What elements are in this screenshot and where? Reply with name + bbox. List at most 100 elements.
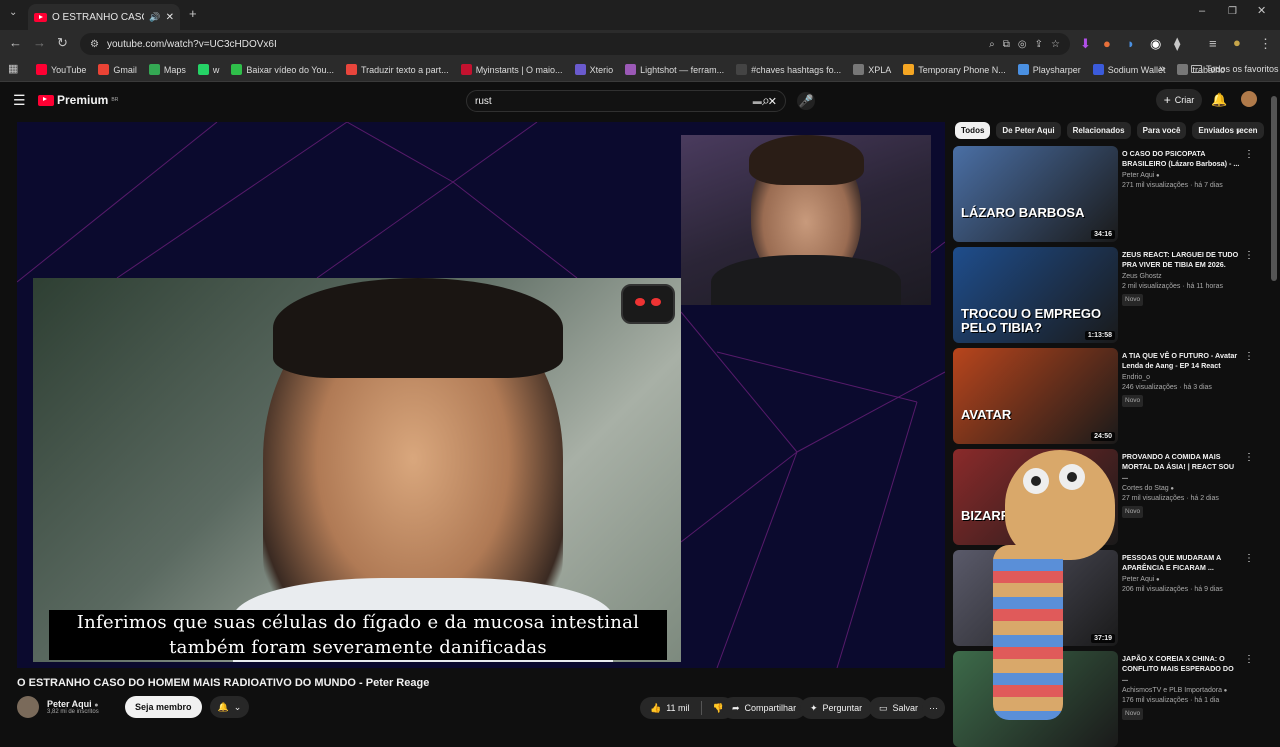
more-vertical-icon[interactable]: ⋮ — [1244, 351, 1254, 362]
bookmark-item[interactable]: Xterio — [574, 64, 613, 75]
recommendation-item[interactable]: LÁZARO BARBOSA 34:16 O CASO DO PSICOPATA B… — [953, 146, 1254, 242]
video-duration: 34:16 — [1091, 230, 1115, 239]
chips-next-arrow-icon[interactable]: › — [1236, 124, 1240, 138]
bookmark-item[interactable]: Temporary Phone N... — [903, 64, 1006, 75]
recommendation-thumbnail[interactable]: LÁZARO BARBOSA 34:16 — [953, 146, 1118, 242]
all-favorites[interactable]: Todos os favoritos — [1191, 64, 1279, 74]
filter-chip[interactable]: Para você — [1136, 122, 1187, 139]
extension-fox-icon[interactable]: ● — [1103, 37, 1111, 50]
more-vertical-icon[interactable]: ⋮ — [1244, 452, 1254, 463]
more-vertical-icon[interactable]: ⋮ — [1244, 149, 1254, 160]
save-button[interactable]: ▭ Salvar — [869, 697, 929, 719]
recommendation-thumbnail[interactable]: AVATAR 24:50 — [953, 348, 1118, 444]
close-tab-icon[interactable]: ✕ — [166, 12, 174, 23]
minimize-icon[interactable]: – — [1199, 6, 1205, 17]
recommendation-channel[interactable]: Cortes do Stag ● — [1122, 484, 1240, 494]
more-actions-button[interactable]: ⋯ — [922, 697, 945, 719]
keyboard-icon[interactable]: ▬ — [753, 96, 762, 106]
ask-button[interactable]: ✦ Perguntar — [800, 697, 873, 719]
filter-chip[interactable]: De Peter Aqui — [996, 122, 1061, 139]
extensions-puzzle-icon[interactable]: ⧫ — [1174, 37, 1180, 50]
bookmark-label: Maps — [163, 64, 186, 75]
bookmark-item[interactable]: Baixar vídeo do You... — [231, 64, 334, 75]
more-vertical-icon[interactable]: ⋮ — [1244, 553, 1254, 564]
recommendation-channel[interactable]: Zeus Ghostz — [1122, 272, 1240, 282]
channel-name[interactable]: Peter Aqui ● — [47, 699, 117, 709]
recommendation-item[interactable]: TROCOU O EMPREGO PELO TIBIA? 1:13:58 ZEUS … — [953, 247, 1254, 343]
forward-icon[interactable]: → — [33, 36, 46, 49]
bookmark-item[interactable]: Sodium Wallet — [1092, 64, 1165, 75]
browser-tab-active[interactable]: O ESTRANHO CASO DO HOME 🔊 ✕ — [28, 4, 180, 30]
reload-icon[interactable]: ↻ — [57, 36, 68, 49]
recommendation-channel[interactable]: Peter Aqui ● — [1122, 575, 1240, 585]
search-icon[interactable]: ⌕ — [762, 93, 770, 107]
address-bar[interactable]: ⚙ youtube.com/watch?v=UC3cHDOVx6I ⌕ ⧉ ◎ … — [80, 33, 1070, 55]
notifications-subscribe-button[interactable]: 🔔 ⌄ — [209, 696, 250, 718]
channel-name-text: Peter Aqui — [47, 699, 92, 709]
zoom-icon[interactable]: ⌕ — [989, 39, 995, 50]
bookmark-item[interactable]: w — [197, 64, 219, 75]
more-horizontal-icon: ⋯ — [929, 702, 938, 713]
share-button[interactable]: ➦ Compartilhar — [722, 697, 807, 719]
new-tab-icon[interactable]: + — [189, 7, 197, 20]
join-member-button[interactable]: Seja membro — [125, 696, 202, 718]
voice-search-icon[interactable]: 🎤 — [797, 92, 815, 110]
bookmark-item[interactable]: Lightshot — ferram... — [625, 64, 724, 75]
channel-avatar[interactable] — [17, 696, 39, 718]
filter-chip[interactable]: Relacionados — [1066, 122, 1131, 139]
bookmark-item[interactable]: Maps — [148, 64, 186, 75]
apps-grid-icon[interactable]: ▦ — [8, 64, 18, 75]
recommendation-title[interactable]: PROVANDO A COMIDA MAIS MORTAL DA ÁSIA! |… — [1122, 452, 1240, 482]
bookmark-item[interactable]: #chaves hashtags fo... — [736, 64, 841, 75]
back-icon[interactable]: ← — [9, 36, 22, 49]
profile-avatar-icon[interactable]: ● — [1233, 36, 1241, 49]
browser-menu-icon[interactable]: ⋮ — [1259, 37, 1272, 50]
bookmark-item[interactable]: Playsharper — [1017, 64, 1081, 75]
eye-off-icon[interactable]: ◎ — [1018, 39, 1027, 50]
bookmark-item[interactable]: XPLA — [853, 64, 891, 75]
menu-hamburger-icon[interactable]: ☰ — [13, 93, 26, 107]
share-page-icon[interactable]: ⇪ — [1035, 39, 1043, 50]
tab-search-icon[interactable]: ⌄ — [9, 8, 17, 18]
extension-audio-icon[interactable]: ◗ — [1127, 37, 1135, 50]
site-info-icon[interactable]: ⚙ — [90, 39, 99, 50]
recommendation-title[interactable]: PESSOAS QUE MUDARAM A APARÊNCIA E FICARA… — [1122, 553, 1240, 573]
create-button[interactable]: + Criar — [1156, 89, 1202, 111]
recommendation-channel[interactable]: AchismosTV e PLB Importadora ● — [1122, 686, 1240, 696]
bookmark-item[interactable]: Traduzir texto a part... — [345, 64, 449, 75]
account-avatar[interactable] — [1241, 91, 1257, 107]
recommendation-item[interactable]: AVATAR 24:50 A TIA QUE VÊ O FUTURO - Avata… — [953, 348, 1254, 444]
bookmark-item[interactable]: Gmail — [98, 64, 137, 75]
extension-g-icon[interactable]: ◉ — [1150, 37, 1161, 50]
plus-icon: + — [1163, 93, 1171, 107]
bookmark-item[interactable]: YouTube — [36, 64, 86, 75]
bookmark-item[interactable]: Myinstants | O maio... — [460, 64, 563, 75]
search-box[interactable]: rust ▬ ✕ — [466, 90, 786, 112]
install-icon[interactable]: ⧉ — [1003, 39, 1010, 50]
more-vertical-icon[interactable]: ⋮ — [1244, 250, 1254, 261]
page-scrollbar[interactable] — [1271, 96, 1277, 281]
bookmarks-overflow-icon[interactable]: » — [1159, 63, 1165, 75]
recommendation-title[interactable]: ZEUS REACT: LARGUEI DE TUDO PRA VIVER DE… — [1122, 250, 1240, 270]
youtube-premium-logo[interactable]: Premium BR — [38, 93, 118, 107]
recommendation-meta: 206 mil visualizações · há 9 dias — [1122, 586, 1223, 593]
recommendation-title[interactable]: JAPÃO X COREIA X CHINA: O CONFLITO MAIS … — [1122, 654, 1240, 684]
recommendation-thumbnail[interactable]: TROCOU O EMPREGO PELO TIBIA? 1:13:58 — [953, 247, 1118, 343]
recommendation-channel[interactable]: Peter Aqui ● — [1122, 171, 1240, 181]
extension-download-icon[interactable]: ⬇ — [1080, 37, 1091, 50]
like-button[interactable]: 👍 11 mil — [650, 703, 690, 714]
recommendation-title[interactable]: A TIA QUE VÊ O FUTURO - Avatar Lenda de … — [1122, 351, 1240, 371]
more-vertical-icon[interactable]: ⋮ — [1244, 654, 1254, 665]
video-player[interactable]: Inferimos que suas células do fígado e d… — [17, 122, 945, 668]
recommendation-title[interactable]: O CASO DO PSICOPATA BRASILEIRO (Lázaro B… — [1122, 149, 1240, 169]
notifications-bell-icon[interactable]: 🔔 — [1211, 93, 1227, 106]
bookmark-star-icon[interactable]: ☆ — [1051, 39, 1060, 50]
search-input[interactable]: rust — [475, 96, 747, 107]
filter-chip[interactable]: Enviados recen — [1192, 122, 1264, 139]
reading-list-icon[interactable]: ≡ — [1209, 37, 1217, 50]
recommendation-channel[interactable]: Endrio_o — [1122, 373, 1240, 383]
maximize-icon[interactable]: ❐ — [1228, 7, 1237, 17]
close-window-icon[interactable]: ✕ — [1257, 6, 1266, 17]
filter-chip[interactable]: Todos — [955, 122, 991, 139]
speaker-icon[interactable]: 🔊 — [149, 12, 160, 23]
